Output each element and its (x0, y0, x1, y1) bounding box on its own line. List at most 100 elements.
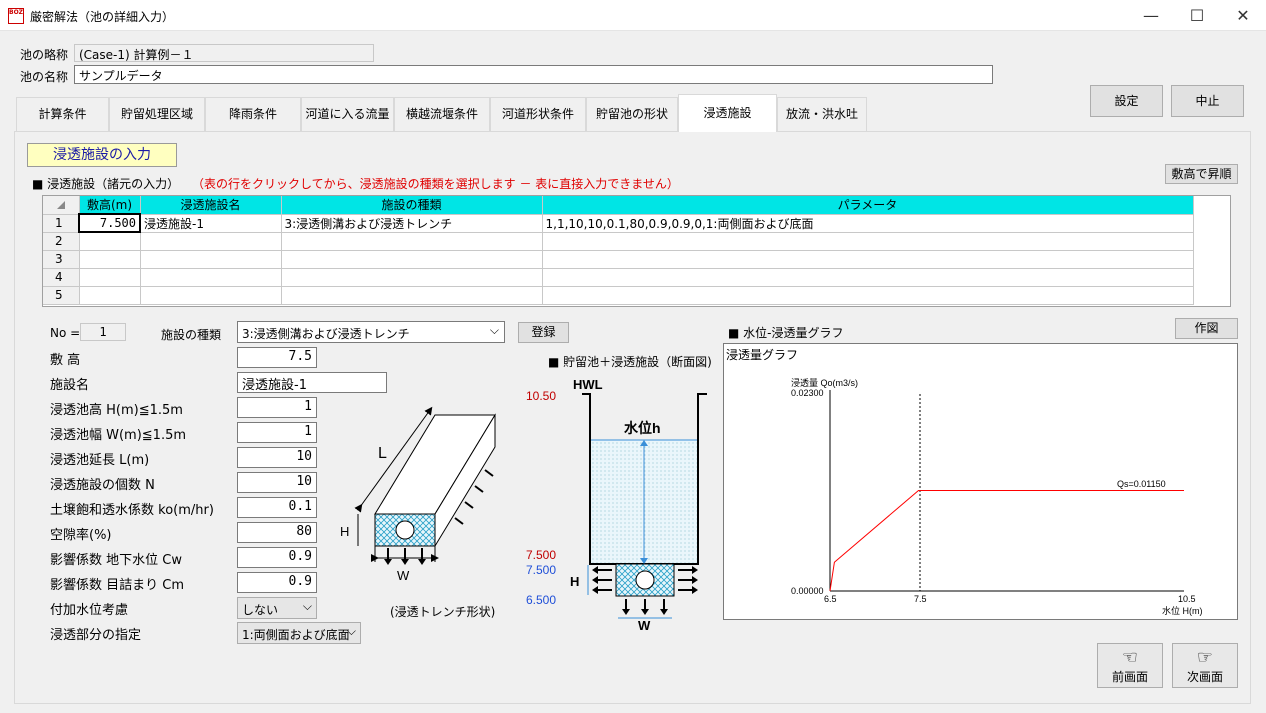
table-cell[interactable] (281, 286, 543, 305)
count-input[interactable]: 10 (237, 472, 317, 493)
hand-right-icon: ☞ (1196, 647, 1214, 668)
clogging-coeff-input[interactable]: 0.9 (237, 572, 317, 593)
elev-mid-blue: 7.500 (526, 563, 556, 577)
trench-diagram: L H W (340, 406, 496, 583)
x-tick-label: 7.5 (914, 594, 927, 604)
hand-left-icon: ☜ (1121, 647, 1139, 668)
extra-level-select[interactable]: しない ⌵ (237, 597, 317, 619)
maximize-button[interactable]: ☐ (1174, 0, 1220, 31)
table-cell[interactable] (542, 286, 1194, 305)
table-cell[interactable] (140, 268, 282, 287)
field-label: 浸透池延長 L(m) (50, 453, 150, 468)
table-cell[interactable] (281, 250, 543, 269)
table-cell[interactable] (79, 268, 141, 287)
sort-by-elevation-button[interactable]: 敷高で昇順 (1165, 164, 1238, 184)
table-cell[interactable] (140, 286, 282, 305)
water-level-label: 水位h (624, 420, 661, 436)
table-row[interactable]: 4 (43, 268, 1194, 287)
draw-button[interactable]: 作図 (1175, 318, 1238, 339)
title-bar: BOZ 厳密解法（池の詳細入力） — ☐ ✕ (0, 0, 1266, 31)
part-select[interactable]: 1:両側面および底面 ⌵ (237, 622, 361, 644)
table-cell[interactable] (140, 250, 282, 269)
infiltration-graph: 浸透量グラフ 浸透量 Qo(m3/s) 0.02300 0.00000 6.5 … (723, 343, 1238, 620)
minimize-button[interactable]: — (1128, 0, 1174, 31)
graph-heading: ■ 水位-浸透量グラフ (728, 326, 844, 340)
tab-pond-shape[interactable]: 貯留池の形状 (586, 97, 678, 131)
field-label: 敷 高 (50, 353, 81, 368)
cancel-button[interactable]: 中止 (1171, 85, 1244, 117)
no-label: No = (50, 326, 81, 340)
groundwater-coeff-input[interactable]: 0.9 (237, 547, 317, 568)
prev-screen-button[interactable]: ☜ 前画面 (1097, 643, 1163, 688)
section-figure-title: ■ 貯留池＋浸透施設（断面図) (548, 355, 712, 369)
close-button[interactable]: ✕ (1220, 0, 1266, 31)
grid-corner (43, 196, 80, 215)
settings-button[interactable]: 設定 (1090, 85, 1163, 117)
table-cell[interactable] (542, 268, 1194, 287)
extra-level-value: しない (242, 603, 279, 617)
name-field[interactable]: サンプルデータ (74, 65, 993, 84)
permeability-input[interactable]: 0.1 (237, 497, 317, 518)
facility-grid[interactable]: 敷高(m) 浸透施設名 施設の種類 パラメータ 1 7.500 浸透施設-1 3… (43, 196, 1194, 305)
trench-caption: (浸透トレンチ形状) (390, 605, 496, 619)
table-row[interactable]: 5 (43, 286, 1194, 305)
table-cell[interactable] (281, 232, 543, 251)
length-input[interactable]: 10 (237, 447, 317, 468)
tab-channel-shape[interactable]: 河道形状条件 (490, 97, 586, 131)
short-name-label: 池の略称 (20, 48, 69, 62)
table-cell[interactable] (79, 250, 141, 269)
type-label: 施設の種類 (161, 328, 222, 342)
column-header: 敷高(m) (79, 196, 141, 215)
table-cell[interactable] (542, 232, 1194, 251)
column-header: 施設の種類 (281, 196, 543, 215)
table-cell[interactable] (140, 232, 282, 251)
type-select[interactable]: 3:浸透側溝および浸透トレンチ ⌵ (237, 321, 505, 343)
trench-label-l: L (378, 445, 387, 462)
width-input[interactable]: 1 (237, 422, 317, 443)
extra-level-label: 付加水位考慮 (50, 603, 129, 618)
height-input[interactable]: 1 (237, 397, 317, 418)
next-screen-button[interactable]: ☞ 次画面 (1172, 643, 1238, 688)
table-row[interactable]: 2 (43, 232, 1194, 251)
column-header: 浸透施設名 (140, 196, 282, 215)
facility-name-input[interactable]: 浸透施設-1 (237, 372, 387, 393)
table-cell[interactable] (542, 250, 1194, 269)
section-diagram: HWL 10.50 水位h 7.500 7.500 6.500 H W (526, 377, 707, 633)
graph-canvas: 浸透量 Qo(m3/s) 0.02300 0.00000 6.5 7.5 10.… (791, 378, 1203, 616)
table-cell[interactable] (281, 268, 543, 287)
x-tick-label: 6.5 (824, 594, 837, 604)
table-row[interactable]: 1 7.500 浸透施設-1 3:浸透側溝および浸透トレンチ 1,1,10,10… (43, 213, 1194, 233)
chevron-down-icon: ⌵ (346, 624, 356, 638)
tab-calc-conditions[interactable]: 計算条件 (16, 97, 109, 131)
elevation-input[interactable]: 7.5 (237, 347, 317, 368)
tab-storage-area[interactable]: 貯留処理区域 (109, 97, 205, 131)
register-button[interactable]: 登録 (518, 322, 569, 343)
table-cell[interactable] (79, 232, 141, 251)
y-max-label: 0.02300 (791, 388, 824, 398)
tab-infiltration[interactable]: 浸透施設 (678, 94, 777, 132)
table-cell[interactable]: 1,1,10,10,0.1,80,0.9,0.9,0,1:両側面および底面 (542, 214, 1194, 233)
tab-inflow[interactable]: 河道に入る流量 (301, 97, 394, 131)
table-cell[interactable] (79, 286, 141, 305)
trench-label-w: W (397, 568, 410, 583)
table-cell[interactable]: 3:浸透側溝および浸透トレンチ (281, 214, 543, 233)
next-label: 次画面 (1186, 670, 1223, 684)
qs-label: Qs=0.01150 (1117, 479, 1166, 489)
porosity-input[interactable]: 80 (237, 522, 317, 543)
table-cell[interactable]: 浸透施設-1 (140, 214, 282, 233)
table-row[interactable]: 3 (43, 250, 1194, 269)
tab-side-weir[interactable]: 横越流堰条件 (394, 97, 490, 131)
tab-discharge[interactable]: 放流・洪水吐 (777, 97, 867, 131)
row-number: 4 (43, 268, 80, 287)
section-title: 浸透施設の入力 (27, 143, 177, 167)
field-label: 浸透池幅 W(m)≦1.5m (50, 428, 187, 443)
table-cell[interactable]: 7.500 (78, 213, 141, 233)
elev-bottom: 6.500 (526, 593, 556, 607)
table-note: （表の行をクリックしてから、浸透施設の種類を選択します － 表に直接入力できませ… (192, 177, 679, 191)
window-title: 厳密解法（池の詳細入力） (30, 10, 175, 24)
field-label: 空隙率(%) (50, 528, 112, 543)
field-label: 施設名 (50, 378, 90, 393)
table-heading: ■ 浸透施設（諸元の入力） (32, 177, 180, 191)
tab-rainfall[interactable]: 降雨条件 (205, 97, 301, 131)
facility-table[interactable]: 敷高(m) 浸透施設名 施設の種類 パラメータ 1 7.500 浸透施設-1 3… (42, 195, 1231, 307)
